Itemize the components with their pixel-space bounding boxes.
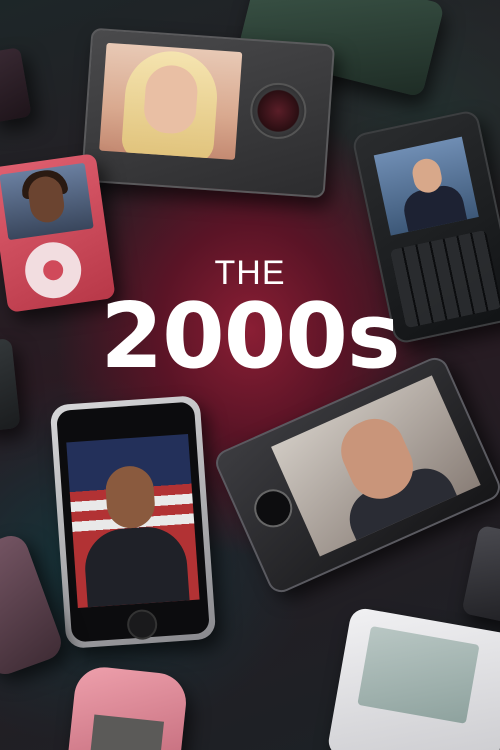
ipod-classic-screen <box>357 625 480 724</box>
nokia-phone <box>67 664 189 750</box>
phone-edge-top-left <box>0 47 32 123</box>
zune-screen <box>99 42 243 160</box>
portrait-face <box>104 464 157 530</box>
zune-player <box>80 27 336 199</box>
ipod-classic <box>326 606 500 750</box>
windows-mobile-screen <box>271 375 481 557</box>
portrait-face <box>142 63 200 136</box>
nokia-screen <box>90 714 165 750</box>
poster: THE 2000s <box>0 0 500 750</box>
phone-edge-right <box>461 524 500 626</box>
zune-control-pad <box>248 81 309 141</box>
phone-edge-bottom-left <box>0 530 66 680</box>
iphone-screen <box>66 433 200 609</box>
windows-mobile-phone <box>211 353 500 597</box>
nano-screen <box>0 162 94 241</box>
blackberry-screen <box>373 136 479 236</box>
iphone <box>49 395 217 649</box>
